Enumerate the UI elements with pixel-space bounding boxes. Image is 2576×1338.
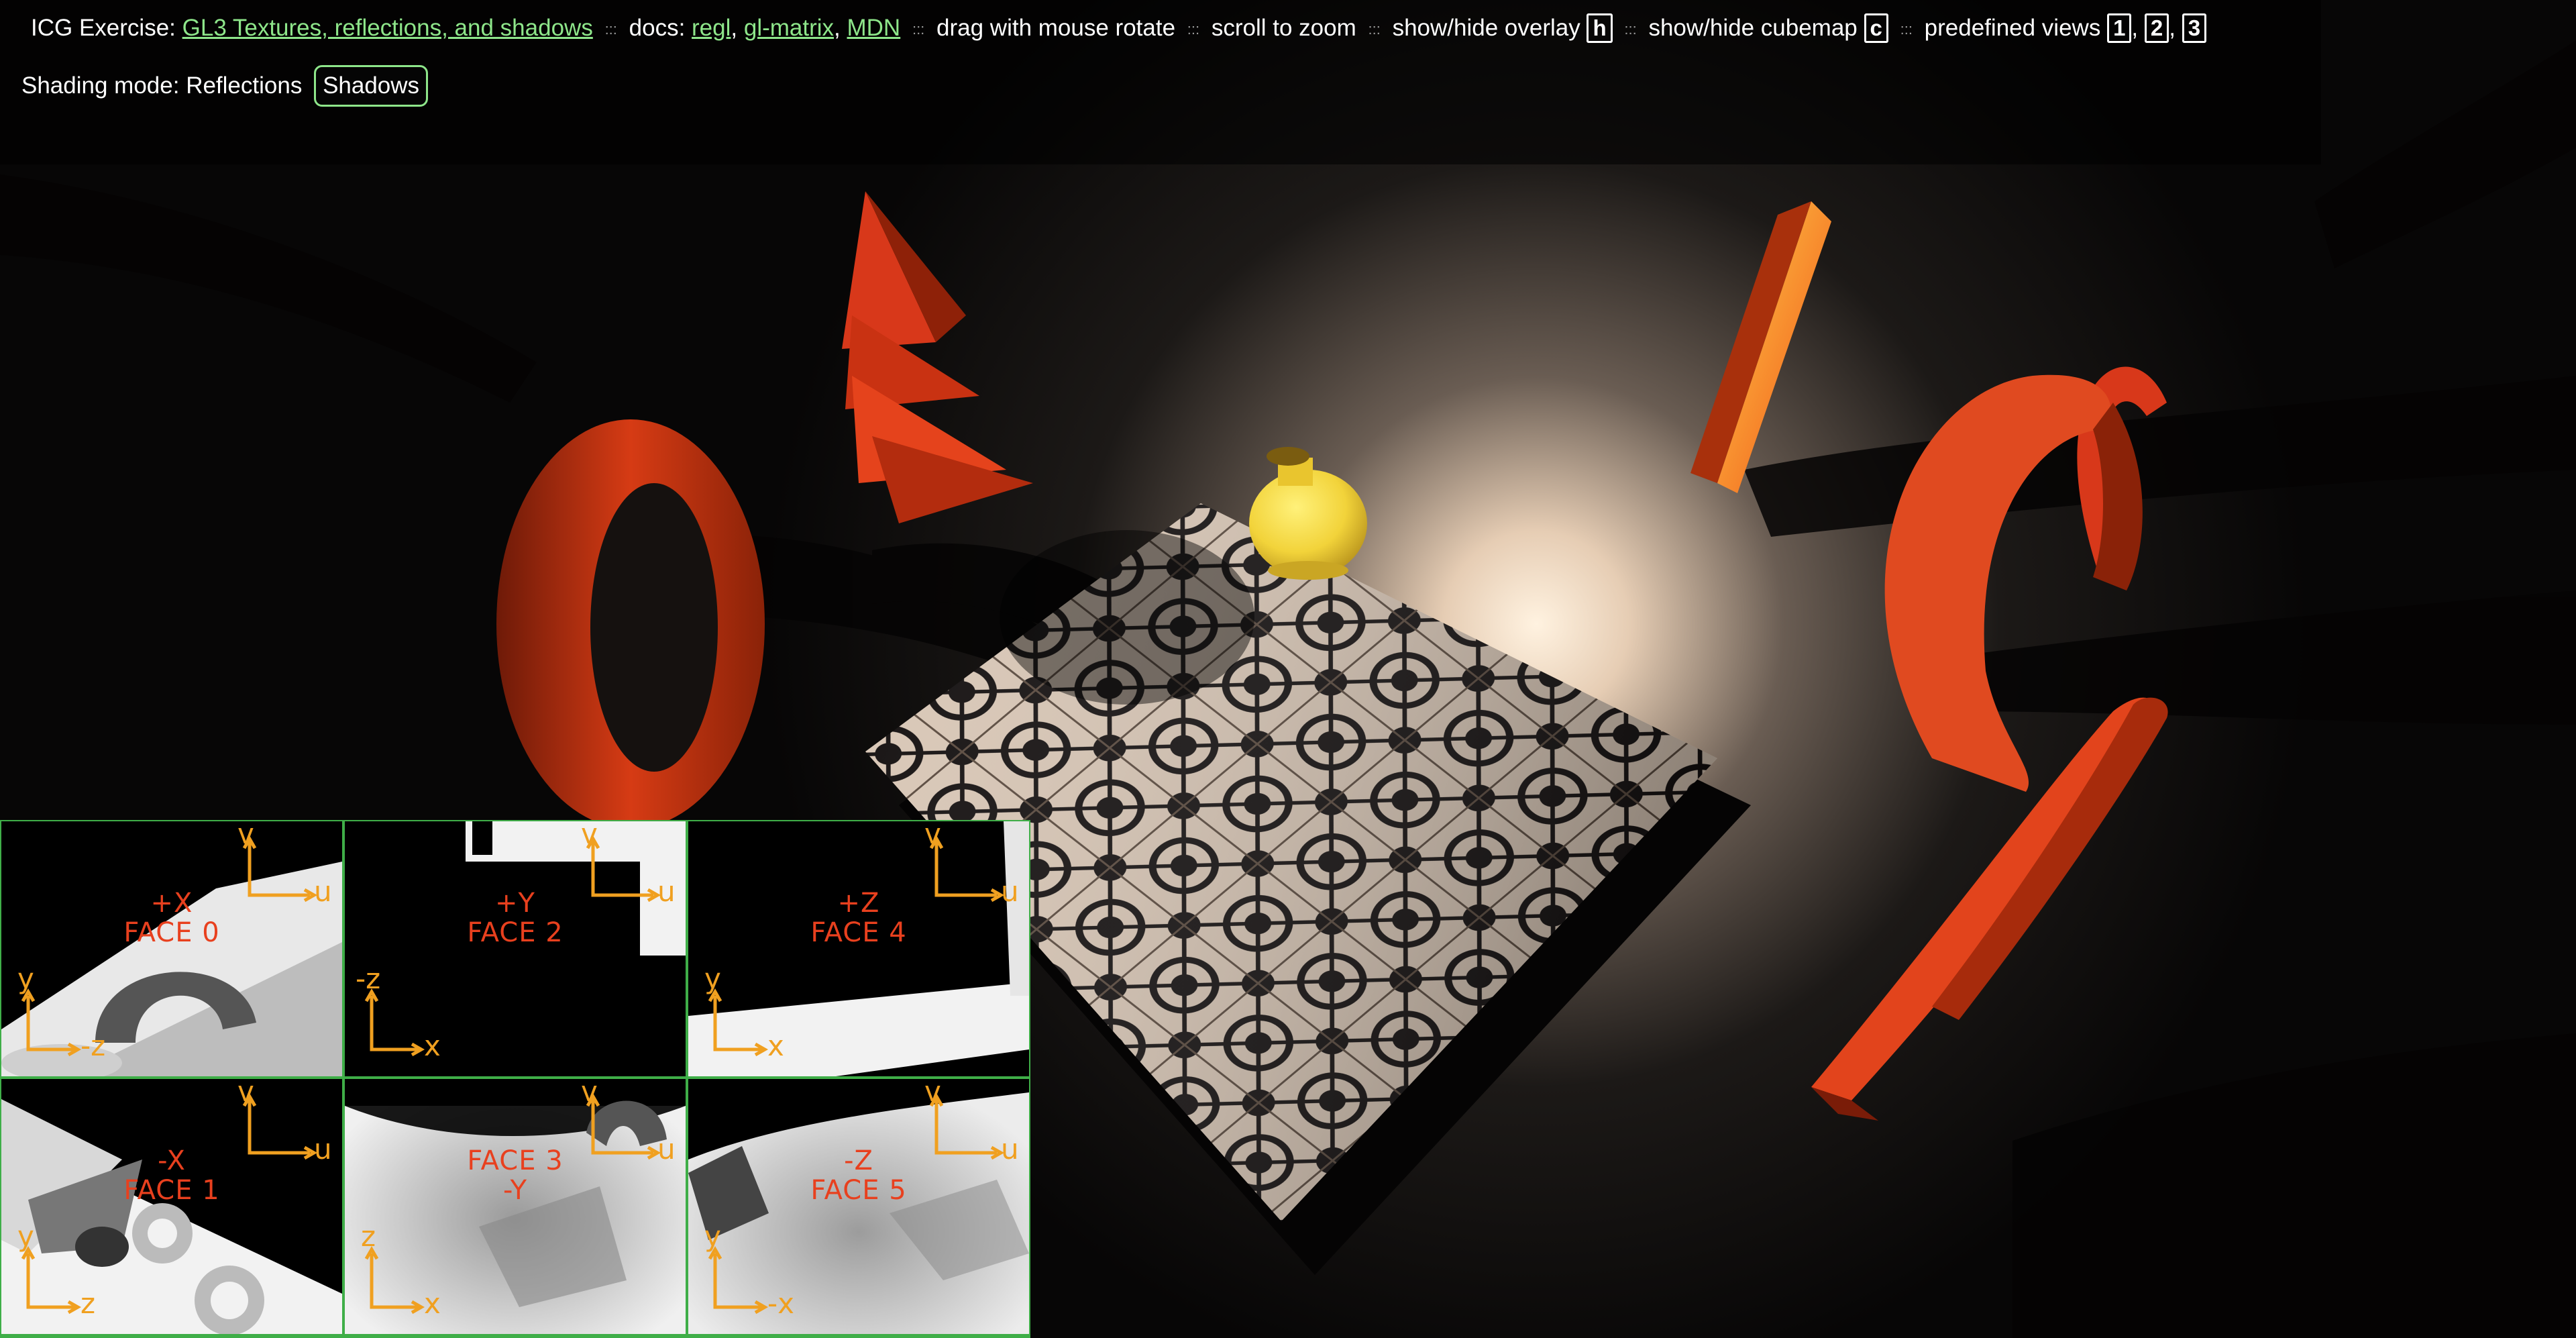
face-0-view [1,821,342,1076]
face-2-ax1-label: -z [356,962,381,995]
cubemap-face-2: +Y FACE 2 v u -z x [345,821,686,1076]
doc-link-gl-matrix[interactable]: gl-matrix [744,15,834,41]
info-bar: ICG Exercise: GL3 Textures, reflections,… [31,8,2207,50]
face-5-view [688,1079,1029,1334]
face-4-u-label: u [1001,875,1019,908]
face-4-v-label: v [924,821,941,850]
cubemap-face-3: FACE 3 -Y v u z x [345,1079,686,1334]
face-4-view [688,821,1029,1076]
face-0-axis: +X [150,888,193,919]
cubemap-face-1: -X FACE 1 v u y z [1,1079,342,1334]
face-1-name: FACE 1 [123,1175,220,1206]
view-key-2[interactable]: 2 [2144,13,2169,43]
face-0-ax1-label: y [17,962,34,995]
zoom-hint: scroll to zoom [1211,15,1356,41]
separator: ::: [1624,20,1637,38]
face-2-ax2-label: x [424,1029,441,1062]
face-3-ax2-label: x [424,1287,441,1320]
face-1-label: -X FACE 1 [1,1146,342,1205]
face-2-axis: +Y [495,888,535,919]
face-4-ax1-label: y [704,962,721,995]
face-3-v-label: v [581,1079,598,1108]
rotate-hint: drag with mouse rotate [936,15,1176,41]
face-1-u-label: u [314,1133,332,1166]
face-0-label: +X FACE 0 [1,888,342,947]
separator: ::: [604,20,617,38]
face-0-ax2-label: -z [80,1029,106,1062]
face-2-view [345,821,686,1076]
exercise-prefix: ICG Exercise: [31,15,176,41]
face-2-v-label: v [581,821,598,850]
face-1-v-label: v [237,1079,254,1108]
face-2-name: FACE 2 [467,917,564,948]
face-1-view [1,1079,342,1334]
cubemap-hint: show/hide cubemap [1648,15,1858,41]
cubemap-panel: +X FACE 0 v u y -z +Y FACE 2 v u -z x +Z… [0,820,1030,1338]
views-hint: predefined views [1924,15,2101,41]
view-key-1[interactable]: 1 [2107,13,2132,43]
face-4-label: +Z FACE 4 [688,888,1029,947]
face-2-u-label: u [657,875,676,908]
face-5-axis: -Z [844,1145,873,1176]
face-0-u-label: u [314,875,332,908]
overlay-panel: ICG Exercise: GL3 Textures, reflections,… [0,0,2321,164]
face-3-label: FACE 3 -Y [345,1146,686,1205]
shading-mode-bar: Shading mode: Reflections Shadows [21,64,429,107]
shading-mode-current: Reflections [186,72,303,99]
face-5-ax2-label: -x [767,1287,795,1320]
docs-label: docs: [629,15,686,41]
face-4-ax2-label: x [767,1029,784,1062]
cubemap-face-4: +Z FACE 4 v u y x [688,821,1029,1076]
face-1-ax2-label: z [80,1287,96,1320]
shading-mode-label: Shading mode: [21,72,180,99]
separator: ::: [1368,20,1381,38]
cubemap-key[interactable]: c [1864,13,1888,43]
cubemap-face-5: -Z FACE 5 v u y -x [688,1079,1029,1334]
face-5-v-label: v [924,1079,941,1108]
torus-object [496,419,765,829]
face-4-name: FACE 4 [810,917,907,948]
separator: ::: [1900,20,1913,38]
doc-link-mdn[interactable]: MDN [847,15,901,41]
overlay-key[interactable]: h [1587,13,1613,43]
shadows-button[interactable]: Shadows [314,65,429,107]
cubemap-face-0: +X FACE 0 v u y -z [1,821,342,1076]
face-5-ax1-label: y [704,1220,721,1253]
face-5-label: -Z FACE 5 [688,1146,1029,1205]
face-0-name: FACE 0 [123,917,220,948]
face-3-u-label: u [657,1133,676,1166]
doc-link-regl[interactable]: regl [692,15,731,41]
face-4-axis: +Z [837,888,880,919]
face-5-u-label: u [1001,1133,1019,1166]
face-3-name: FACE 3 [467,1145,564,1176]
face-1-ax1-label: y [17,1220,34,1253]
face-0-v-label: v [237,821,254,850]
face-3-ax1-label: z [361,1220,376,1253]
exercise-link[interactable]: GL3 Textures, reflections, and shadows [182,15,593,41]
face-2-label: +Y FACE 2 [345,888,686,947]
face-5-name: FACE 5 [810,1175,907,1206]
face-3-axis: -Y [502,1175,528,1206]
separator: ::: [1187,20,1200,38]
separator: ::: [912,20,925,38]
face-1-axis: -X [158,1145,186,1176]
view-key-3[interactable]: 3 [2182,13,2207,43]
face-3-view [345,1079,686,1334]
overlay-hint: show/hide overlay [1392,15,1580,41]
